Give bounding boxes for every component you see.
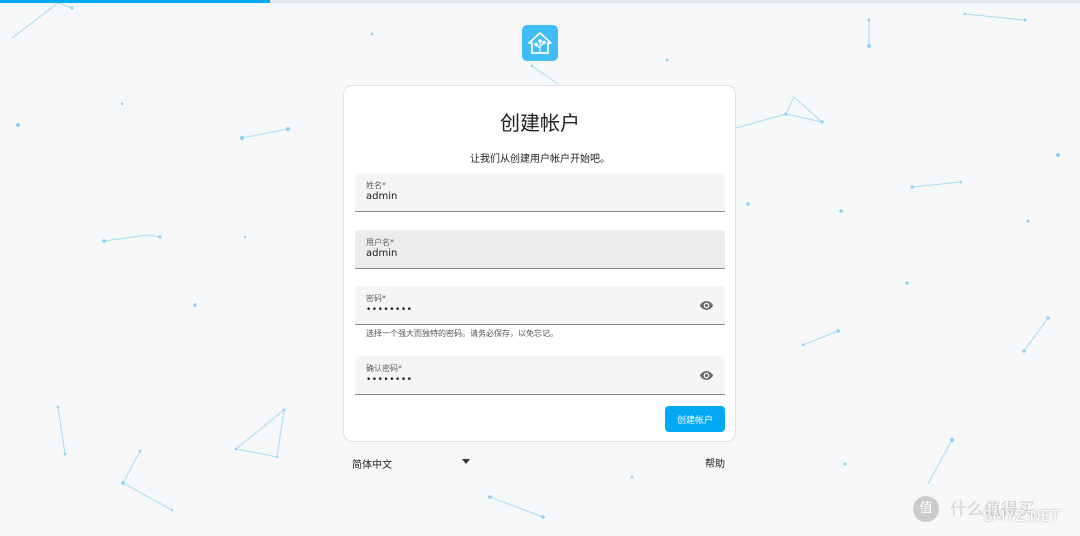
- create-account-button[interactable]: 创建帐户: [665, 406, 725, 432]
- confirm-password-field-value[interactable]: ••••••••: [366, 375, 412, 385]
- home-assistant-icon: [528, 32, 552, 54]
- username-field-value[interactable]: admin: [366, 248, 397, 259]
- language-select-value[interactable]: 简体中文: [352, 456, 392, 471]
- name-field[interactable]: 姓名* admin: [355, 173, 725, 212]
- password-field-label: 密码*: [366, 294, 386, 303]
- home-assistant-logo: [522, 25, 558, 61]
- confirm-password-field[interactable]: 确认密码* ••••••••: [355, 356, 725, 395]
- username-field-label: 用户名*: [366, 238, 394, 247]
- password-field-value[interactable]: ••••••••: [366, 305, 412, 315]
- eye-icon[interactable]: [699, 298, 714, 313]
- watermark-logo: 值: [913, 496, 939, 522]
- confirm-password-field-label: 确认密码*: [366, 364, 402, 373]
- password-helper-text: 选择一个强大而独特的密码。请务必保存，以免忘记。: [366, 329, 558, 338]
- page-title: 创建帐户: [500, 111, 580, 135]
- chevron-down-icon[interactable]: [462, 459, 470, 464]
- username-field[interactable]: 用户名* admin: [355, 230, 725, 269]
- help-link[interactable]: 帮助: [705, 455, 725, 470]
- page-subtitle: 让我们从创建用户帐户开始吧。: [470, 154, 610, 165]
- name-field-value[interactable]: admin: [366, 191, 397, 202]
- name-field-label: 姓名*: [366, 181, 386, 190]
- eye-icon[interactable]: [699, 368, 714, 383]
- password-field[interactable]: 密码* ••••••••: [355, 286, 725, 325]
- watermark-text: SMYZ.NET: [983, 507, 1060, 525]
